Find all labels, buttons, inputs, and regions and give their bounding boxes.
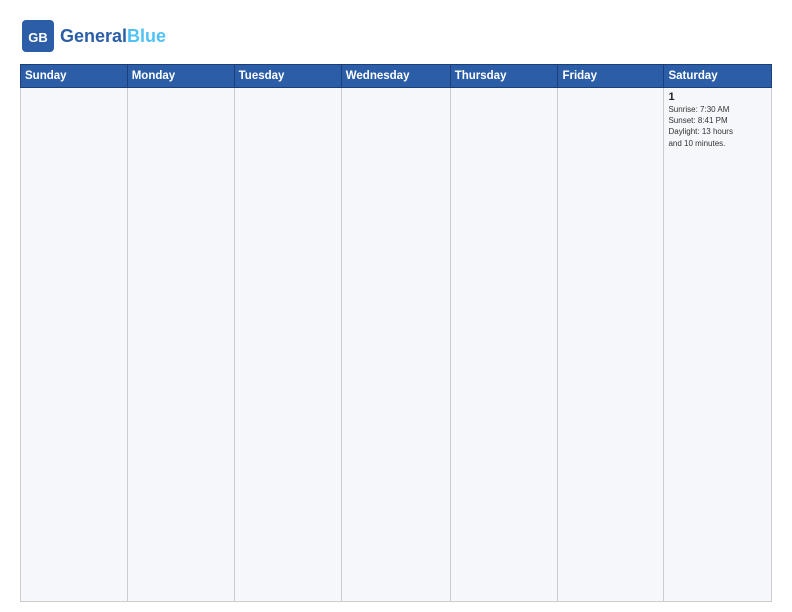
page: GB GeneralBlue SundayMondayTuesdayWednes… bbox=[0, 0, 792, 612]
logo-icon: GB bbox=[20, 18, 56, 54]
header-day-saturday: Saturday bbox=[664, 65, 772, 88]
header-day-monday: Monday bbox=[127, 65, 234, 88]
calendar-table: SundayMondayTuesdayWednesdayThursdayFrid… bbox=[20, 64, 772, 602]
empty-cell bbox=[21, 88, 128, 602]
header-row: SundayMondayTuesdayWednesdayThursdayFrid… bbox=[21, 65, 772, 88]
header-day-sunday: Sunday bbox=[21, 65, 128, 88]
header-day-wednesday: Wednesday bbox=[341, 65, 450, 88]
day-cell-1: 1Sunrise: 7:30 AMSunset: 8:41 PMDaylight… bbox=[664, 88, 772, 602]
empty-cell bbox=[341, 88, 450, 602]
empty-cell bbox=[450, 88, 558, 602]
header-day-friday: Friday bbox=[558, 65, 664, 88]
header-day-tuesday: Tuesday bbox=[234, 65, 341, 88]
logo: GB GeneralBlue bbox=[20, 18, 166, 54]
empty-cell bbox=[558, 88, 664, 602]
header-day-thursday: Thursday bbox=[450, 65, 558, 88]
empty-cell bbox=[127, 88, 234, 602]
header: GB GeneralBlue bbox=[20, 18, 772, 54]
empty-cell bbox=[234, 88, 341, 602]
svg-text:GB: GB bbox=[28, 30, 48, 45]
